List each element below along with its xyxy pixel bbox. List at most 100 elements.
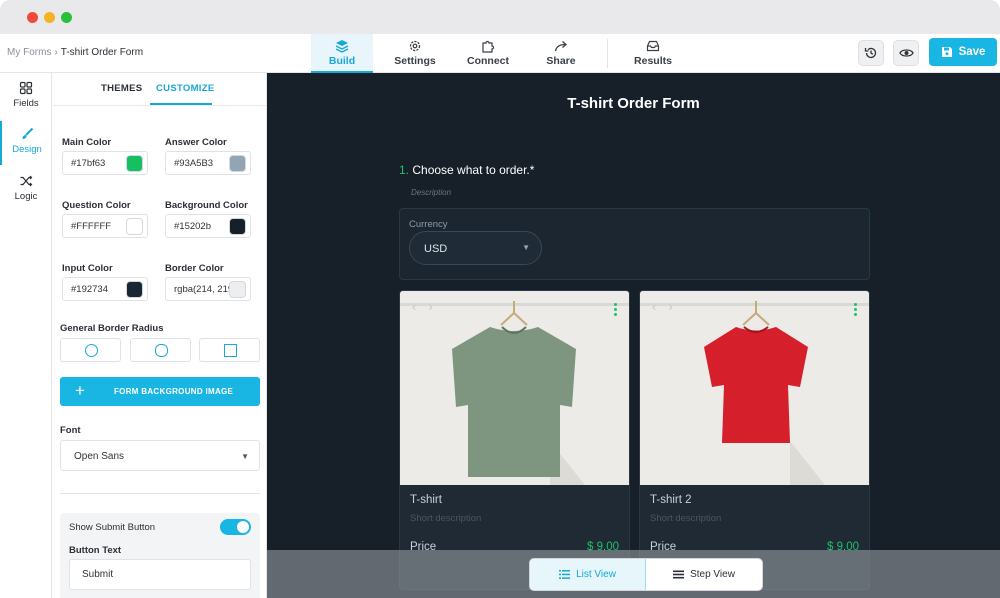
border-radius-label: General Border Radius: [60, 323, 164, 334]
kebab-menu-icon[interactable]: [854, 303, 857, 318]
answer-color-swatch[interactable]: [229, 155, 246, 172]
breadcrumb-current: T-shirt Order Form: [60, 47, 144, 58]
answer-color-label: Answer Color: [165, 137, 227, 148]
square-icon: [224, 344, 237, 357]
layers-icon: [335, 40, 349, 53]
rail-item-logic[interactable]: Logic: [0, 168, 52, 212]
tab-themes[interactable]: THEMES: [101, 83, 142, 94]
chevron-down-icon: ▼: [522, 243, 530, 252]
list-view-button[interactable]: List View: [530, 559, 646, 590]
product-card[interactable]: ‹› T-shirt Short description Price $ 9.0…: [399, 290, 630, 590]
preview-button[interactable]: [893, 40, 919, 66]
question-color-label: Question Color: [62, 200, 131, 211]
border-color-field[interactable]: rgba(214, 219, 222): [165, 277, 251, 301]
tab-connect[interactable]: Connect: [459, 34, 517, 73]
panel-divider: [60, 493, 260, 494]
border-color-value: rgba(214, 219, 222): [174, 284, 230, 295]
view-toggle: List View Step View: [529, 558, 763, 591]
question-text: Choose what to order.*: [412, 163, 535, 177]
eye-icon: [898, 49, 914, 57]
question-color-field[interactable]: #FFFFFF: [62, 214, 148, 238]
tshirt-photo: [400, 291, 629, 485]
nav-divider: [607, 39, 608, 68]
history-button[interactable]: [858, 40, 884, 66]
button-text-input[interactable]: Submit: [69, 559, 251, 590]
tab-settings-label: Settings: [394, 55, 436, 67]
form-background-image-label: FORM BACKGROUND IMAGE: [114, 387, 234, 396]
answer-color-field[interactable]: #93A5B3: [165, 151, 251, 175]
main-color-label: Main Color: [62, 137, 112, 148]
input-color-field[interactable]: #192734: [62, 277, 148, 301]
carousel-arrows[interactable]: ‹›: [412, 299, 445, 314]
background-color-swatch[interactable]: [229, 218, 246, 235]
tab-share[interactable]: Share: [532, 34, 590, 73]
question-color-value: #FFFFFF: [71, 221, 112, 232]
rail-fields-label: Fields: [13, 98, 39, 109]
product-card[interactable]: ‹› T-shirt 2 Short description Price $ 9…: [639, 290, 870, 590]
tab-results[interactable]: Results: [623, 34, 683, 73]
currency-box: Currency USD ▼: [399, 208, 870, 280]
radius-option-round[interactable]: [60, 338, 121, 362]
currency-select[interactable]: USD ▼: [409, 231, 542, 265]
radius-option-soft[interactable]: [130, 338, 191, 362]
form-title: T-shirt Order Form: [567, 95, 700, 112]
font-label: Font: [60, 425, 81, 436]
font-select[interactable]: Open Sans ▼: [60, 440, 260, 471]
form-background-image-button[interactable]: + FORM BACKGROUND IMAGE: [60, 377, 260, 406]
question-number: 1.: [399, 163, 410, 177]
tab-results-label: Results: [634, 55, 672, 67]
form-preview: T-shirt Order Form 1. Choose what to ord…: [267, 73, 1000, 598]
tab-settings[interactable]: Settings: [386, 34, 444, 73]
circle-icon: [85, 344, 98, 357]
view-mode-bar: List View Step View: [267, 550, 1000, 598]
breadcrumb-my-forms[interactable]: My Forms: [7, 47, 51, 58]
close-window-button[interactable]: [27, 12, 38, 23]
carousel-arrows[interactable]: ‹›: [652, 299, 685, 314]
step-view-button[interactable]: Step View: [646, 559, 762, 590]
list-icon: [559, 570, 571, 579]
save-button[interactable]: Save: [929, 38, 997, 66]
border-color-label: Border Color: [165, 263, 224, 274]
list-view-label: List View: [576, 569, 616, 580]
input-color-value: #192734: [71, 284, 108, 295]
show-submit-toggle[interactable]: [220, 519, 251, 535]
rounded-square-icon: [155, 344, 168, 357]
breadcrumb: My Forms › T-shirt Order Form: [7, 47, 143, 58]
main-color-field[interactable]: #17bf63: [62, 151, 148, 175]
submit-button-settings: Show Submit Button Button Text Submit: [60, 513, 260, 598]
tshirt-photo: [640, 291, 869, 485]
minimize-window-button[interactable]: [44, 12, 55, 23]
step-icon: [673, 570, 685, 579]
input-color-label: Input Color: [62, 263, 113, 274]
tab-build-label: Build: [328, 55, 356, 67]
background-color-label: Background Color: [165, 200, 248, 211]
product-description: Short description: [650, 513, 722, 524]
question-color-swatch[interactable]: [126, 218, 143, 235]
inbox-icon: [646, 40, 660, 52]
rail-item-fields[interactable]: Fields: [0, 75, 52, 119]
main-color-swatch[interactable]: [126, 155, 143, 172]
kebab-menu-icon[interactable]: [614, 303, 617, 318]
product-name: T-shirt 2: [650, 494, 692, 506]
maximize-window-button[interactable]: [61, 12, 72, 23]
top-bar: My Forms › T-shirt Order Form Build Settin…: [0, 34, 1000, 73]
question-description[interactable]: Description: [411, 188, 451, 197]
button-text-label: Button Text: [69, 545, 122, 556]
main-color-value: #17bf63: [71, 158, 106, 169]
tab-build[interactable]: Build: [311, 34, 373, 73]
floppy-disk-icon: [941, 47, 952, 57]
share-arrow-icon: [554, 41, 567, 52]
background-color-field[interactable]: #15202b: [165, 214, 251, 238]
border-color-swatch[interactable]: [229, 281, 246, 298]
question-title[interactable]: 1. Choose what to order.*: [399, 163, 534, 177]
radius-option-square[interactable]: [199, 338, 260, 362]
shuffle-icon: [20, 175, 33, 187]
left-rail: Fields Design Logic: [0, 73, 52, 598]
product-description: Short description: [410, 513, 482, 524]
save-button-label: Save: [958, 46, 986, 58]
show-submit-label: Show Submit Button: [69, 522, 156, 533]
breadcrumb-separator: ›: [54, 47, 58, 58]
rail-item-design[interactable]: Design: [0, 121, 52, 165]
input-color-swatch[interactable]: [126, 281, 143, 298]
tab-customize[interactable]: CUSTOMIZE: [156, 83, 214, 94]
